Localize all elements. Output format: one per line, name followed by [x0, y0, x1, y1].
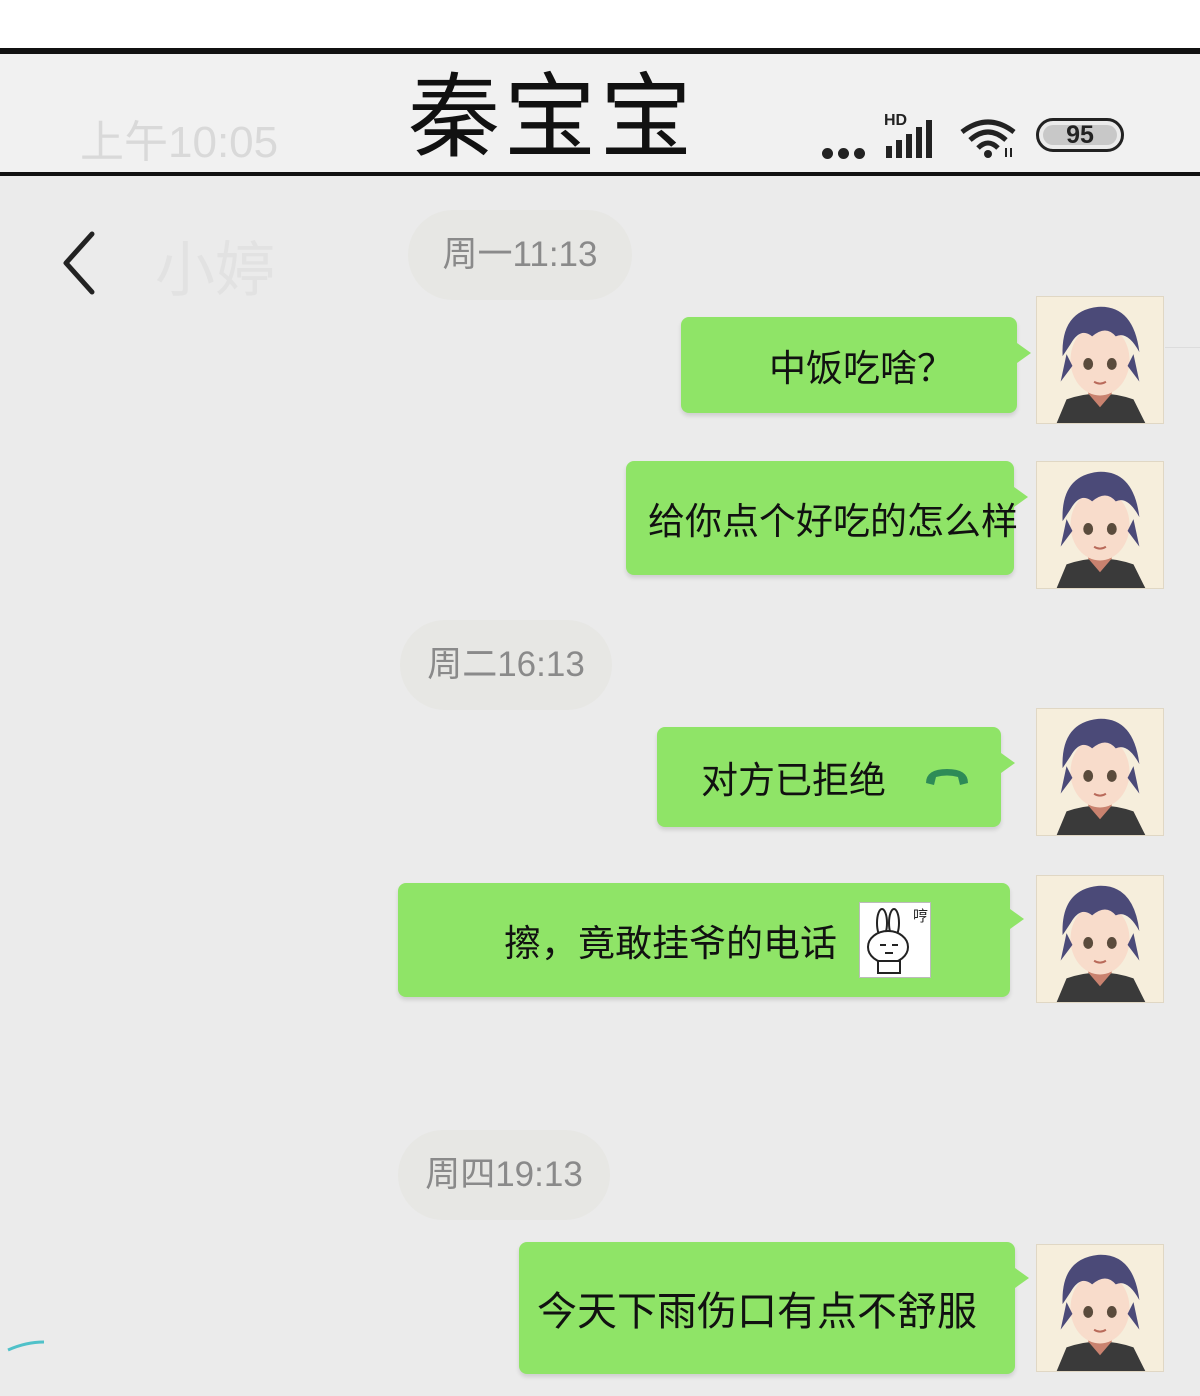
chat-title: 秦宝宝	[408, 64, 697, 171]
avatar-image	[1037, 709, 1163, 835]
avatar[interactable]	[1036, 296, 1164, 424]
chat-header: 上午10:05 秦宝宝 HD 95	[0, 48, 1200, 176]
more-dots-icon	[822, 144, 870, 159]
message-bubble[interactable]: 对方已拒绝	[657, 727, 1015, 827]
sticker-caption: 哼	[912, 907, 928, 925]
faded-contact-name: 小婷	[155, 236, 275, 306]
avatar[interactable]	[1036, 1244, 1164, 1372]
message-bubble[interactable]: 给你点个好吃的怎么样	[626, 461, 1028, 575]
avatar-image	[1037, 876, 1163, 1002]
timestamp: 周一11:13	[408, 210, 632, 300]
top-strip	[0, 0, 1200, 48]
decorative-swoosh	[7, 1340, 45, 1352]
avatar-image	[1037, 462, 1163, 588]
message-bubble[interactable]: 中饭吃啥？	[681, 317, 1031, 413]
avatar[interactable]	[1036, 875, 1164, 1003]
message-text: 对方已拒绝	[701, 759, 886, 802]
battery-level: 95	[1066, 121, 1094, 149]
wifi-icon	[960, 119, 1016, 158]
message-text: 今天下雨伤口有点不舒服	[537, 1289, 977, 1335]
bunny-sticker-icon: 哼	[859, 902, 931, 978]
message-text: 中饭吃啥？	[769, 347, 954, 390]
message-bubble[interactable]: 擦，竟敢挂爷的电话 哼	[398, 883, 1024, 997]
faded-time: 上午10:05	[80, 118, 279, 167]
avatar[interactable]	[1036, 708, 1164, 836]
message-text: 擦，竟敢挂爷的电话	[504, 922, 837, 965]
timestamp: 周四19:13	[398, 1130, 610, 1220]
divider	[1165, 347, 1200, 348]
avatar-image	[1037, 1245, 1163, 1371]
signal-icon: HD	[884, 112, 942, 158]
back-chevron-icon[interactable]	[56, 228, 106, 298]
timestamp: 周二16:13	[400, 620, 612, 710]
avatar[interactable]	[1036, 461, 1164, 589]
message-bubble[interactable]: 今天下雨伤口有点不舒服	[519, 1242, 1029, 1374]
battery-icon: 95	[1036, 118, 1124, 152]
avatar-image	[1037, 297, 1163, 423]
declined-call-icon	[926, 769, 968, 785]
message-text: 给你点个好吃的怎么样	[648, 500, 1018, 543]
